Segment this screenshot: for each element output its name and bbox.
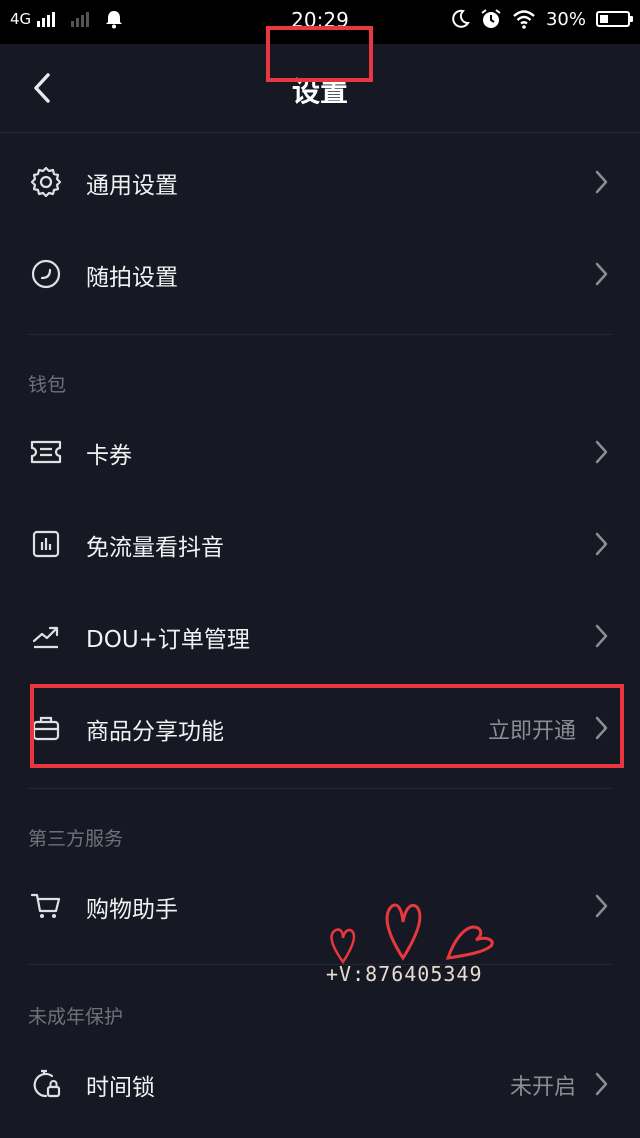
gear-icon (28, 164, 64, 200)
chevron-right-icon (595, 894, 608, 918)
title-highlight-box (266, 26, 373, 82)
circle-clock-icon (28, 256, 64, 292)
settings-item-shopping-assistant[interactable]: 购物助手 (0, 860, 640, 952)
battery-icon (596, 11, 633, 27)
section-title-third-party: 第三方服务 (28, 828, 124, 850)
hearts-doodle-icon (330, 903, 494, 965)
section-divider (28, 964, 612, 965)
settings-item-coupons[interactable]: 卡券 (0, 406, 640, 498)
chevron-right-icon (595, 624, 608, 648)
settings-item-label: 免流量看抖音 (86, 535, 224, 561)
settings-item-label: 卡券 (86, 443, 132, 469)
settings-item-free-data[interactable]: 免流量看抖音 (0, 498, 640, 590)
product-share-highlight-box (30, 684, 624, 768)
moon-icon (452, 9, 470, 28)
settings-item-general[interactable]: 通用设置 (0, 136, 640, 228)
battery-percent: 30% (545, 8, 586, 30)
ticket-icon (28, 434, 64, 470)
settings-item-label: 随拍设置 (86, 265, 178, 291)
trend-up-icon (28, 618, 64, 654)
cart-icon (28, 888, 64, 924)
section-title-minor-protection: 未成年保护 (28, 1006, 124, 1028)
settings-item-label: DOU+订单管理 (86, 627, 250, 653)
battery-level (600, 15, 608, 23)
chevron-right-icon (595, 532, 608, 556)
settings-item-shooting[interactable]: 随拍设置 (0, 228, 640, 320)
settings-item-time-lock[interactable]: 时间锁 未开启 (0, 1038, 640, 1130)
chevron-right-icon (595, 1072, 608, 1096)
status-right: 30% (450, 8, 633, 30)
settings-item-value: 未开启 (509, 1075, 576, 1100)
alarm-icon (481, 9, 501, 28)
settings-item-label: 通用设置 (86, 173, 178, 199)
section-divider (28, 334, 612, 335)
data-chart-icon (28, 526, 64, 562)
wifi-icon (513, 10, 535, 29)
chevron-right-icon (595, 170, 608, 194)
settings-item-label: 时间锁 (86, 1075, 155, 1101)
settings-screen: 4G 20:29 30% 设置 通用设置 随拍设置 钱包 卡券 免流量看抖音 D… (0, 0, 640, 1138)
chevron-right-icon (595, 440, 608, 464)
timer-lock-icon (28, 1066, 64, 1102)
contact-watermark: +V:876405349 (326, 962, 483, 986)
section-divider (28, 788, 612, 789)
section-title-wallet: 钱包 (28, 374, 67, 396)
chevron-right-icon (595, 262, 608, 286)
settings-item-dou-orders[interactable]: DOU+订单管理 (0, 590, 640, 682)
settings-item-label: 购物助手 (86, 897, 178, 923)
